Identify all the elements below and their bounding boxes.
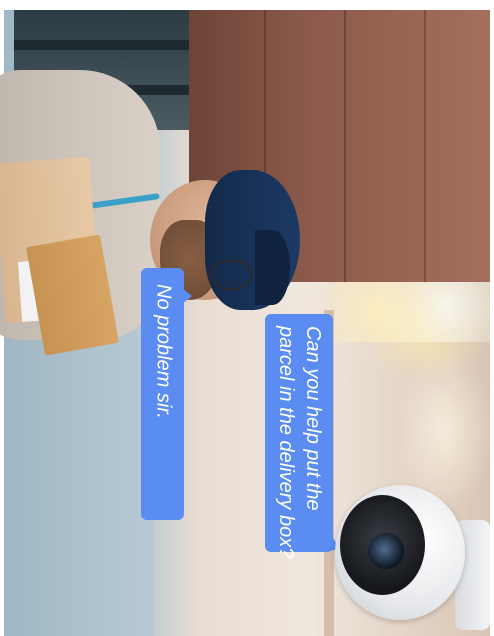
wall-panel-line [424,10,426,282]
scene: No problem sir. Can you help put the par… [0,0,494,636]
wall-panel-line [344,10,346,282]
camera-lens [368,533,404,569]
window-bar [14,40,189,50]
glasses [210,260,252,290]
question-line-1: Can you help put the [302,326,324,511]
reply-bubble-tail [182,288,192,304]
security-camera-icon [335,480,490,630]
reply-bubble: No problem sir. [141,268,184,520]
question-bubble: Can you help put the parcel in the deliv… [265,314,333,559]
question-text: Can you help put the parcel in the deliv… [272,326,326,559]
question-line-2: parcel in the delivery box? [275,326,297,559]
cap-brim [255,230,290,305]
camera-body [335,485,465,620]
reply-text: No problem sir. [152,284,174,419]
camera-face [340,495,425,595]
